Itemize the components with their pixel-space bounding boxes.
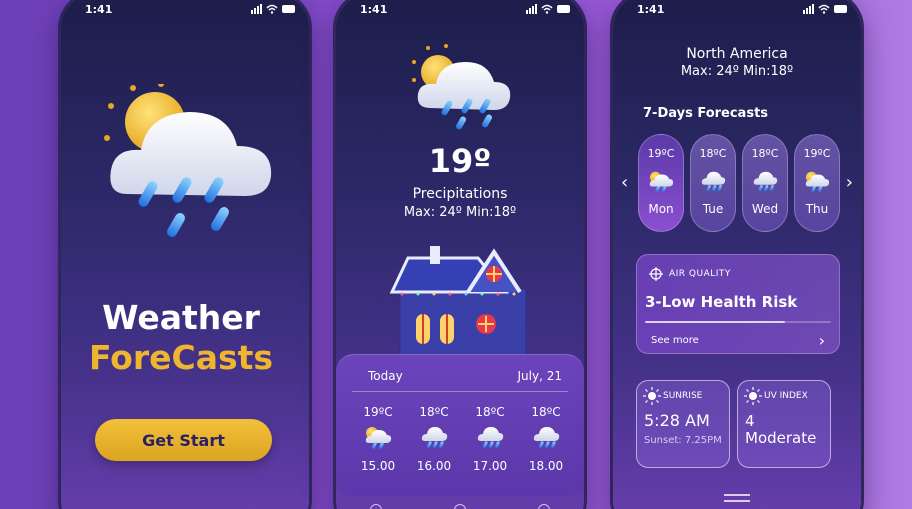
uv-index-label: UV INDEX — [764, 391, 808, 401]
status-icons — [251, 4, 295, 14]
sunrise-label: SUNRISE — [663, 391, 703, 401]
status-time: 1:41 — [85, 3, 113, 16]
day-name: Wed — [751, 202, 779, 216]
status-icons — [803, 4, 847, 14]
partly-cloudy-rain-icon — [805, 171, 830, 193]
status-bar: 1:41 — [61, 2, 309, 16]
uv-index-value: 4 Moderate — [745, 413, 816, 447]
current-temperature: 19º — [428, 142, 492, 180]
air-quality-bar — [645, 321, 831, 323]
phone-current-weather-screen: 1:41 19º Precipitations Max: 24º Min:18º — [336, 0, 584, 509]
hourly-time: 16.00 — [416, 459, 452, 473]
hourly-time: 15.00 — [360, 459, 396, 473]
status-bar: 1:41 — [613, 2, 861, 16]
uv-index-card: UV INDEX 4 Moderate — [737, 380, 831, 468]
hourly-time: 18.00 — [528, 459, 564, 473]
day-item-thu[interactable]: 19ºC Thu — [794, 134, 840, 232]
status-bar: 1:41 — [336, 2, 584, 16]
cloud-rain-icon — [533, 427, 560, 448]
day-name: Mon — [648, 202, 674, 216]
sunrise-card: SUNRISE 5:28 AM Sunset: 7.25PM — [636, 380, 730, 468]
forecast-heading: 7-Days Forecasts — [643, 106, 769, 121]
phone-welcome-screen: 1:41 Weather ForeCasts Get Start — [61, 0, 309, 509]
get-start-button[interactable]: Get Start — [95, 419, 272, 461]
hourly-item: 18ºC 18.00 — [522, 405, 570, 473]
hourly-time: 17.00 — [472, 459, 508, 473]
partly-cloudy-rain-icon — [365, 427, 392, 449]
nav-search-icon[interactable] — [454, 504, 466, 509]
chevron-right-icon[interactable]: › — [846, 172, 853, 193]
weekly-forecast-list: 19ºC Mon 18ºC Tue 18ºC Wed 19ºC Thu — [638, 134, 840, 232]
today-label: Today — [368, 369, 403, 383]
hourly-item: 18ºC 17.00 — [466, 405, 514, 473]
sunset-time: Sunset: 7.25PM — [644, 435, 722, 446]
uv-index-level: Moderate — [745, 429, 817, 447]
today-forecast-card: Today July, 21 19ºC 15.00 18ºC 16.00 18º… — [336, 354, 584, 496]
status-time: 1:41 — [637, 3, 665, 16]
cloud-rain-icon — [477, 427, 504, 448]
hourly-forecast-list: 19ºC 15.00 18ºC 16.00 18ºC 17.00 18ºC 18… — [354, 405, 570, 473]
nav-profile-icon[interactable] — [538, 504, 550, 509]
hourly-temp: 19ºC — [363, 405, 393, 419]
hourly-item: 19ºC 15.00 — [354, 405, 402, 473]
chevron-left-icon[interactable]: ‹ — [621, 172, 628, 193]
target-icon — [649, 267, 663, 281]
hourly-temp: 18ºC — [531, 405, 561, 419]
chevron-right-icon[interactable]: › — [819, 331, 825, 350]
today-date: July, 21 — [517, 369, 562, 383]
sunrise-time: 5:28 AM — [644, 411, 710, 430]
air-quality-bar-fill — [645, 321, 785, 323]
weather-condition: Precipitations — [412, 186, 508, 202]
air-quality-label: AIR QUALITY — [669, 269, 731, 279]
day-temp: 19ºC — [803, 147, 831, 160]
hourly-temp: 18ºC — [419, 405, 449, 419]
sun-icon — [744, 387, 762, 405]
divider — [352, 391, 568, 392]
partly-cloudy-rain-icon — [412, 44, 511, 130]
status-icons — [526, 4, 570, 14]
partly-cloudy-rain-icon — [649, 171, 674, 193]
day-item-mon[interactable]: 19ºC Mon — [638, 134, 684, 232]
air-quality-value: 3-Low Health Risk — [645, 293, 798, 311]
uv-index-number: 4 — [745, 412, 755, 430]
cloud-rain-icon — [421, 427, 448, 448]
day-temp: 18ºC — [699, 147, 727, 160]
phone-forecast-screen: 1:41 North America Max: 24º Min:18º 7-Da… — [613, 0, 861, 509]
house-illustration — [389, 246, 527, 359]
day-item-wed[interactable]: 18ºC Wed — [742, 134, 788, 232]
status-time: 1:41 — [360, 3, 388, 16]
hourly-item: 18ºC 16.00 — [410, 405, 458, 473]
partly-cloudy-rain-icon — [104, 84, 272, 237]
hourly-temp: 18ºC — [475, 405, 505, 419]
air-quality-card[interactable]: AIR QUALITY 3-Low Health Risk See more › — [636, 254, 840, 354]
cloud-rain-icon — [701, 171, 726, 192]
app-title: Weather — [102, 298, 260, 337]
nav-home-icon[interactable] — [370, 504, 382, 509]
region-name: North America — [686, 46, 788, 62]
min-max-temperature: Max: 24º Min:18º — [403, 205, 517, 220]
sun-icon — [643, 387, 661, 405]
day-temp: 18ºC — [751, 147, 779, 160]
min-max-temperature: Max: 24º Min:18º — [680, 64, 794, 79]
menu-icon[interactable] — [724, 494, 750, 506]
day-name: Thu — [805, 202, 829, 216]
day-name: Tue — [702, 202, 724, 216]
day-temp: 19ºC — [647, 147, 675, 160]
cloud-rain-icon — [753, 171, 778, 192]
day-item-tue[interactable]: 18ºC Tue — [690, 134, 736, 232]
see-more-link[interactable]: See more — [651, 335, 699, 346]
app-subtitle: ForeCasts — [88, 338, 274, 377]
